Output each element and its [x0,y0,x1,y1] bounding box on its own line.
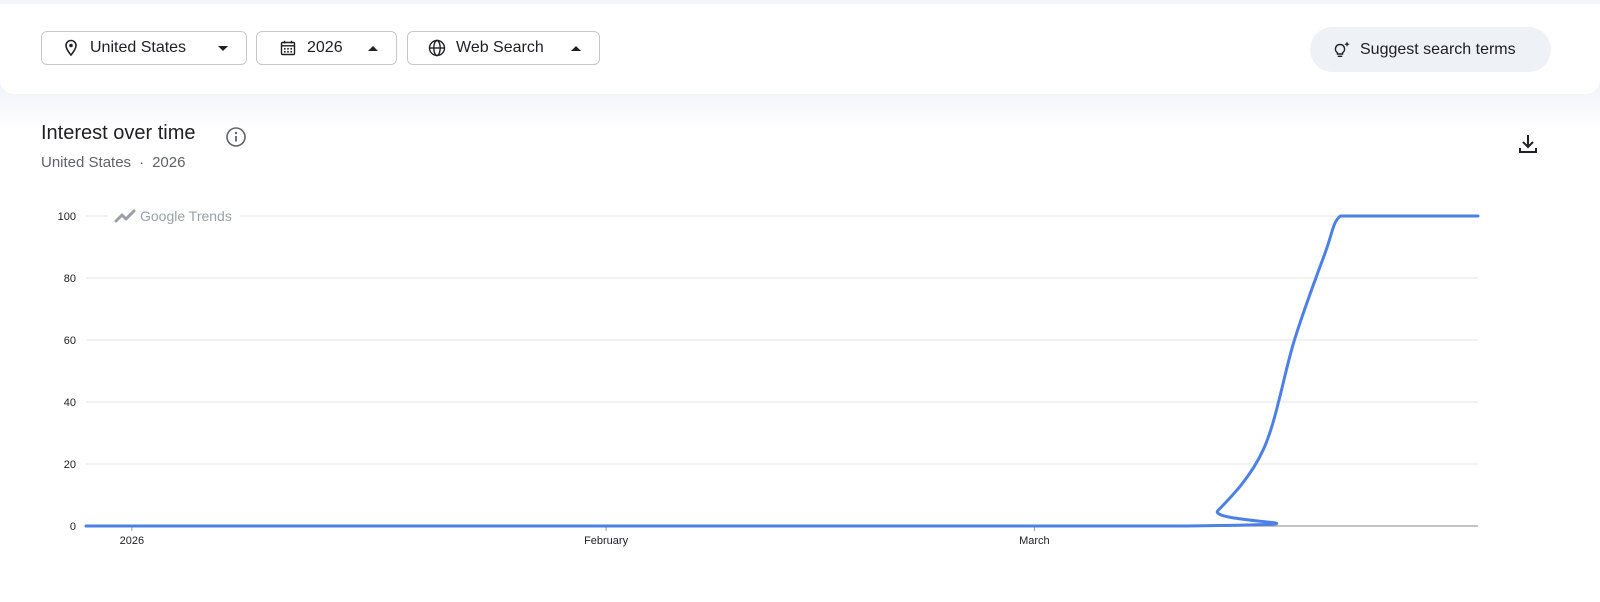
search-property-label: Web Search [456,39,544,56]
x-tick-label: March [1019,535,1050,547]
search-property-dropdown[interactable]: Web Search [407,31,600,65]
suggest-search-terms-button[interactable]: Suggest search terms [1310,27,1551,72]
info-icon[interactable] [225,126,247,148]
subtitle-period: 2026 [152,154,186,171]
lightbulb-sparkle-icon [1332,40,1352,60]
google-trends-watermark: Google Trends [140,208,232,224]
globe-icon [427,38,447,58]
chevron-up-icon [571,45,581,51]
y-tick-label: 20 [64,459,76,471]
x-tick-label: February [584,535,629,547]
section-subtitle: United States · 2026 [41,154,185,171]
interest-over-time-chart: 0 20 40 60 80 100 Google Trends 2026 February Mar… [58,207,1480,547]
subtitle-location: United States [41,154,132,171]
suggest-search-terms-label: Suggest search terms [1360,40,1516,58]
y-tick-label: 40 [64,397,76,409]
section-title: Interest over time [41,122,196,144]
location-filter-dropdown[interactable]: United States [41,31,247,65]
x-tick-label: 2026 [120,535,144,547]
location-filter-label: United States [90,39,187,56]
chevron-up-icon [368,45,378,51]
time-filter-label: 2026 [307,39,343,56]
subtitle-separator: · [139,154,145,171]
calendar-icon [278,38,298,58]
series-line [84,214,1480,528]
location-pin-icon [61,38,81,58]
y-tick-label: 0 [70,521,76,533]
time-filter-dropdown[interactable]: 2026 [256,31,397,65]
y-tick-label: 80 [64,273,76,285]
chevron-down-icon [218,45,228,51]
y-tick-label: 100 [58,211,76,223]
download-icon[interactable] [1516,132,1540,156]
y-tick-label: 60 [64,335,76,347]
